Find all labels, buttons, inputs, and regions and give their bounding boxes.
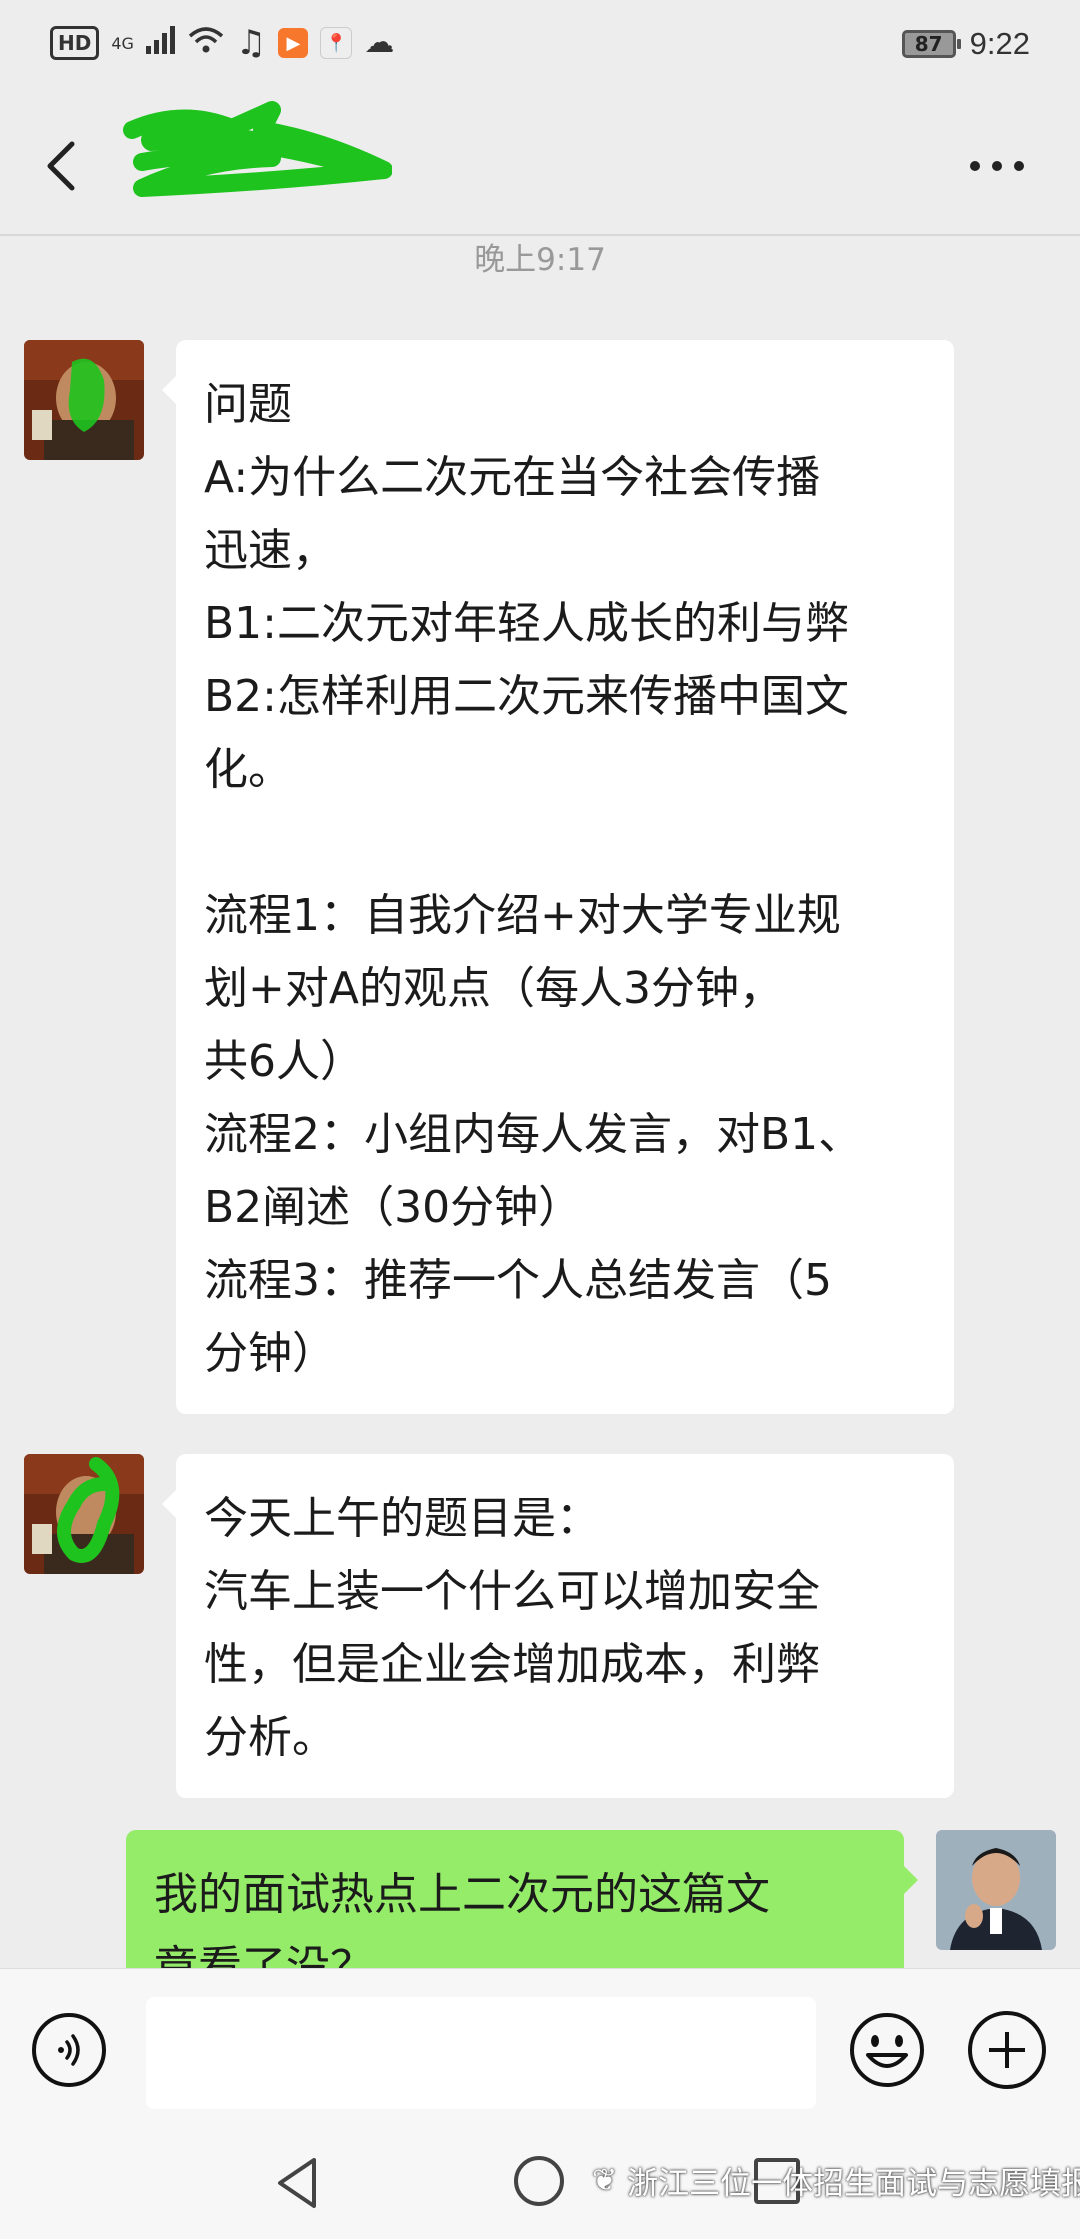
battery-icon: 87: [901, 30, 961, 58]
message-line: B2阐述（30分钟）: [204, 1182, 583, 1233]
contact-avatar[interactable]: [24, 340, 144, 460]
message-line: 化。: [204, 744, 292, 795]
hd-indicator: HD: [50, 26, 100, 60]
music-icon: ♫: [235, 23, 267, 63]
own-avatar[interactable]: [936, 1830, 1056, 1950]
more-button[interactable]: [970, 152, 1034, 180]
emoji-button[interactable]: [848, 2011, 926, 2089]
nav-home-icon[interactable]: [514, 2156, 564, 2206]
more-dot: [970, 161, 980, 171]
input-bar: [0, 1968, 1080, 2119]
chat-messages[interactable]: 晚上9:17 问题 A:为什么二次元在当今社会传播 迅速， B1:二次元对年轻人…: [0, 236, 1080, 1968]
plus-button[interactable]: [968, 2011, 1046, 2089]
chevron-left-icon: [47, 141, 75, 191]
message-bubble[interactable]: 今天上午的题目是： 汽车上装一个什么可以增加安全 性，但是企业会增加成本，利弊 …: [162, 1454, 954, 1798]
message-input[interactable]: [146, 1997, 816, 2109]
message-bubble[interactable]: 问题 A:为什么二次元在当今社会传播 迅速， B1:二次元对年轻人成长的利与弊 …: [162, 340, 954, 1414]
avatar-photo: [936, 1830, 1056, 1950]
video-app-icon: ▶: [278, 28, 309, 58]
message-line: 性，但是企业会增加成本，利弊: [204, 1639, 820, 1690]
message-line: 分钟）: [204, 1328, 336, 1379]
more-dot: [992, 161, 1002, 171]
wechat-icon: ❦: [592, 2163, 618, 2198]
nav-back-icon[interactable]: [272, 2156, 322, 2210]
system-nav-bar: ❦ 浙江三位一体招生面试与志愿填报: [0, 2118, 1080, 2239]
status-icons-left: HD 4G ♫ ▶ 📍 ☁: [50, 26, 394, 60]
status-bar: HD 4G ♫ ▶ 📍 ☁ 87 9:22: [0, 0, 1080, 96]
voice-icon: [58, 2034, 80, 2066]
message-line: 迅速，: [204, 525, 336, 576]
watermark-text: 浙江三位一体招生面试与志愿填报: [627, 2166, 1080, 2202]
message-line: B2:怎样利用二次元来传播中国文: [204, 671, 850, 722]
signal-icon: [145, 26, 176, 60]
contact-name-redaction: [123, 101, 392, 197]
message-line: 流程1：自我介绍+对大学专业规: [204, 890, 841, 941]
message-line-blank: [204, 806, 928, 879]
more-dot: [1014, 161, 1024, 171]
message-timestamp: 晚上9:17: [474, 242, 606, 278]
message-line: 章看了没？: [154, 1942, 374, 1968]
message-line: A:为什么二次元在当今社会传播: [204, 452, 821, 503]
voice-button[interactable]: [32, 2013, 106, 2087]
status-time: 9:22: [969, 26, 1030, 61]
message-line: 流程3：推荐一个人总结发言（5: [204, 1255, 832, 1306]
avatar-photo: [24, 340, 144, 460]
message-line: 共6人）: [204, 1036, 364, 1087]
message-line: 汽车上装一个什么可以增加安全: [204, 1566, 820, 1617]
message-line: 问题: [204, 379, 292, 430]
status-icons-right: 87 9:22: [901, 26, 1030, 62]
message-line: 划+对A的观点（每人3分钟，: [204, 963, 783, 1014]
contact-avatar[interactable]: [24, 1454, 144, 1574]
map-app-icon: 📍: [320, 27, 353, 59]
avatar-photo: [24, 1454, 144, 1574]
weather-icon: ☁: [364, 25, 395, 60]
message-line: 我的面试热点上二次元的这篇文: [154, 1869, 770, 1920]
watermark: ❦ 浙江三位一体招生面试与志愿填报: [592, 2158, 1080, 2203]
message-line: B1:二次元对年轻人成长的利与弊: [204, 598, 850, 649]
own-message-bubble[interactable]: 我的面试热点上二次元的这篇文 章看了没？: [126, 1830, 918, 1968]
message-line: 分析。: [204, 1712, 336, 1763]
message-line: 流程2：小组内每人发言，对B1、: [204, 1109, 863, 1160]
network-type: 4G: [111, 33, 134, 53]
message-line: 今天上午的题目是：: [204, 1493, 600, 1544]
wifi-icon: [188, 26, 224, 60]
back-button[interactable]: [34, 136, 94, 196]
